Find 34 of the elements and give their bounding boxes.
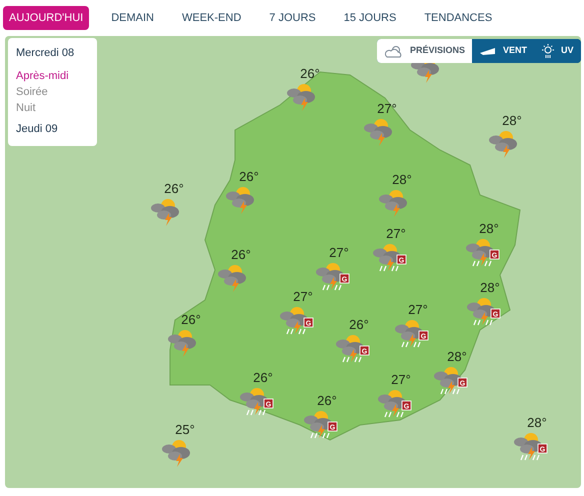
- layer-tab[interactable]: PRÉVISIONS: [377, 39, 472, 63]
- temperature-label: 28°: [447, 349, 467, 364]
- temperature-label: 28°: [480, 280, 500, 295]
- day-label: Jeudi 09: [16, 122, 59, 136]
- period-option[interactable]: Après-midi: [16, 68, 89, 84]
- temperature-label: 26°: [164, 181, 184, 196]
- temperature-label: 26°: [317, 393, 337, 408]
- temperature-label: 25°: [175, 422, 195, 437]
- temperature-label: 27°: [293, 289, 313, 304]
- tab[interactable]: 15 JOURS: [338, 6, 402, 30]
- temperature-label: 26°: [181, 312, 201, 327]
- temperature-label: 26°: [349, 317, 369, 332]
- windsock-icon: [479, 46, 498, 56]
- temperature-label: 26°: [300, 66, 320, 81]
- sun-rays-icon: [541, 43, 556, 59]
- temperature-label: 27°: [377, 101, 397, 116]
- temperature-label: 27°: [386, 226, 406, 241]
- temperature-label: 28°: [502, 113, 522, 128]
- tab[interactable]: AUJOURD'HUI: [3, 6, 90, 30]
- temperature-label: 28°: [479, 221, 499, 236]
- temperature-label: 26°: [239, 169, 259, 184]
- tab[interactable]: DEMAIN: [105, 6, 160, 30]
- tab[interactable]: WEEK-END: [176, 6, 248, 30]
- temperature-label: 28°: [527, 415, 547, 430]
- tab[interactable]: 7 JOURS: [263, 6, 322, 30]
- temperature-label: 26°: [231, 247, 251, 262]
- temperature-label: 26°: [253, 370, 273, 385]
- cloud-sun-icon: [384, 44, 404, 58]
- temperature-label: 27°: [408, 302, 428, 317]
- tab[interactable]: TENDANCES: [418, 6, 498, 30]
- temperature-label: 27°: [329, 245, 349, 260]
- temperature-label: 28°: [392, 172, 412, 187]
- day-label: Mercredi 08: [16, 46, 76, 61]
- temperature-label: 27°: [391, 372, 411, 387]
